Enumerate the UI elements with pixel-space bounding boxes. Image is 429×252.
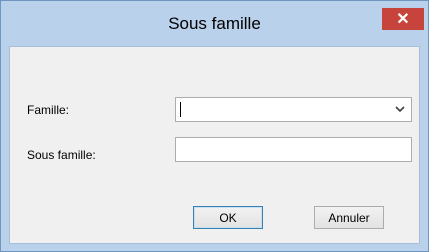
window-title: Sous famille: [168, 14, 261, 33]
close-icon: ✕: [396, 11, 410, 28]
sous-famille-input[interactable]: [175, 137, 412, 162]
cancel-button[interactable]: Annuler: [314, 206, 384, 229]
famille-label: Famille:: [27, 103, 70, 117]
sous-famille-dialog: Sous famille ✕ Famille: Sous famille: OK…: [0, 0, 429, 252]
dialog-content: Famille: Sous famille: OK Annuler: [9, 46, 420, 244]
chevron-down-icon[interactable]: [393, 101, 407, 117]
ok-button[interactable]: OK: [193, 206, 263, 229]
close-button[interactable]: ✕: [382, 8, 424, 30]
famille-combobox[interactable]: [175, 97, 412, 122]
title-bar[interactable]: Sous famille ✕: [1, 1, 428, 41]
sous-famille-label: Sous famille:: [27, 148, 96, 162]
text-cursor: [180, 102, 181, 117]
